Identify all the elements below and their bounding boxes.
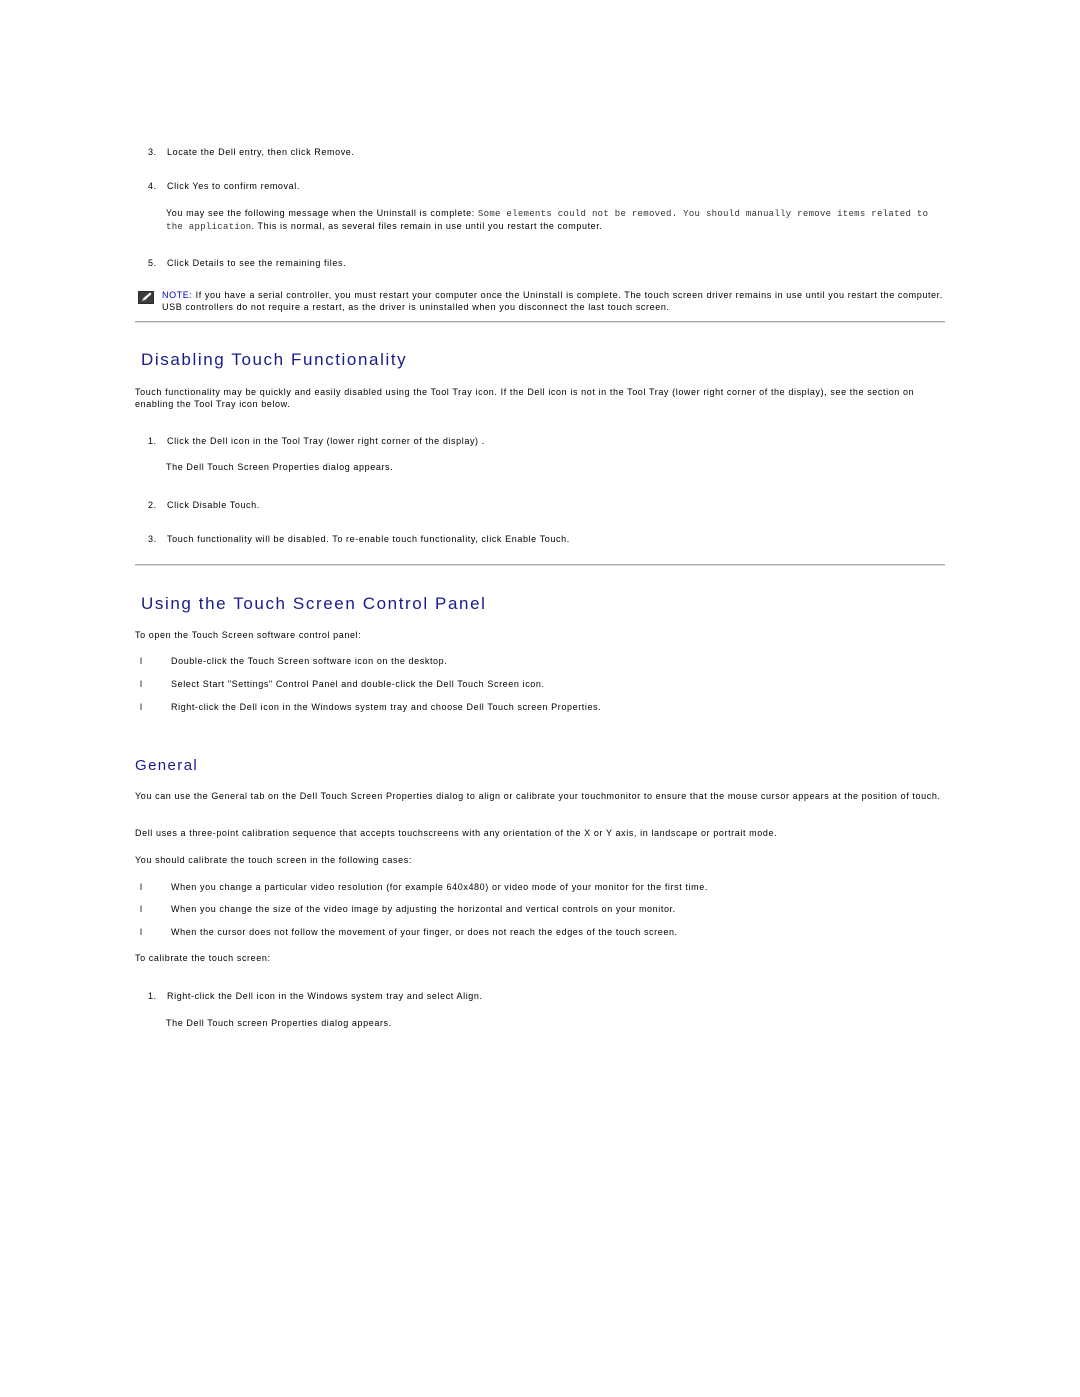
step-text: Click Details to see the remaining files… <box>167 258 347 268</box>
uninstall-step-5: 5. Click Details to see the remaining fil… <box>148 258 346 268</box>
bullet-text: Right-click the Dell icon in the Windows… <box>171 702 602 712</box>
calibrate-step-1-result: The Dell Touch screen Properties dialog … <box>166 1018 392 1028</box>
bullet-text: When you change the size of the video im… <box>171 904 676 914</box>
calibrate-step-1: 1. Right-click the Dell icon in the Windo… <box>148 991 483 1001</box>
step-text: Click Disable Touch. <box>167 500 260 510</box>
section-divider <box>135 564 945 566</box>
step-text: Click Yes to confirm removal. <box>167 181 300 191</box>
bullet-mark: l <box>140 927 143 937</box>
bullet-text: When the cursor does not follow the move… <box>171 927 678 937</box>
step-text: Locate the Dell entry, then click Remove… <box>167 147 355 157</box>
general-para-2: Dell uses a three-point calibration sequ… <box>135 828 778 838</box>
step-number: 4. <box>148 181 157 191</box>
section-divider <box>135 321 945 323</box>
calibrate-intro: To calibrate the touch screen: <box>135 953 271 963</box>
note-text: NOTE: If you have a serial controller, y… <box>162 290 945 313</box>
bullet-mark: l <box>140 702 143 712</box>
bullet-text: When you change a particular video resol… <box>171 882 708 892</box>
step-text: Touch functionality will be disabled. To… <box>167 534 570 544</box>
control-panel-bullet: l Select Start "Settings" Control Panel a… <box>140 679 945 689</box>
step-text: Right-click the Dell icon in the Windows… <box>167 991 483 1001</box>
control-panel-bullet: l Double-click the Touch Screen software … <box>140 656 945 666</box>
uninstall-step-3: 3. Locate the Dell entry, then click Remo… <box>148 147 355 157</box>
bullet-mark: l <box>140 679 143 689</box>
heading-control-panel: Using the Touch Screen Control Panel <box>141 594 487 613</box>
disabling-step-2: 2. Click Disable Touch. <box>148 500 260 510</box>
step-number: 3. <box>148 147 157 157</box>
note-label: NOTE: <box>162 290 193 300</box>
step-number: 1. <box>148 436 157 446</box>
message-outro: . This is normal, as several files remai… <box>251 220 603 231</box>
general-para-1: You can use the General tab on the Dell … <box>135 791 941 801</box>
bullet-mark: l <box>140 904 143 914</box>
pencil-note-icon <box>138 291 154 304</box>
disabling-step-1: 1. Click the Dell icon in the Tool Tray (… <box>148 436 485 446</box>
uninstall-message: You may see the following message when t… <box>166 208 945 233</box>
bullet-mark: l <box>140 656 143 666</box>
step-number: 1. <box>148 991 157 1001</box>
note-body: If you have a serial controller, you mus… <box>162 290 943 312</box>
bullet-text: Double-click the Touch Screen software i… <box>171 656 448 666</box>
calibration-case-bullet: l When you change the size of the video i… <box>140 904 945 914</box>
general-para-3: You should calibrate the touch screen in… <box>135 855 412 865</box>
uninstall-step-4: 4. Click Yes to confirm removal. <box>148 181 300 191</box>
step-number: 2. <box>148 500 157 510</box>
control-panel-intro: To open the Touch Screen software contro… <box>135 630 362 640</box>
heading-disabling-touch: Disabling Touch Functionality <box>141 350 408 369</box>
disabling-step-1-result: The Dell Touch Screen Properties dialog … <box>166 462 394 472</box>
bullet-mark: l <box>140 882 143 892</box>
message-intro: You may see the following message when t… <box>166 208 478 218</box>
control-panel-bullet: l Right-click the Dell icon in the Window… <box>140 702 945 712</box>
bullet-text: Select Start "Settings" Control Panel an… <box>171 679 545 689</box>
step-text: Click the Dell icon in the Tool Tray (lo… <box>167 436 485 446</box>
calibration-case-bullet: l When you change a particular video reso… <box>140 882 945 892</box>
calibration-case-bullet: l When the cursor does not follow the mov… <box>140 927 945 937</box>
heading-general: General <box>135 757 199 774</box>
step-number: 3. <box>148 534 157 544</box>
step-number: 5. <box>148 258 157 268</box>
disabling-intro: Touch functionality may be quickly and e… <box>135 387 915 409</box>
disabling-step-3: 3. Touch functionality will be disabled. … <box>148 534 570 544</box>
